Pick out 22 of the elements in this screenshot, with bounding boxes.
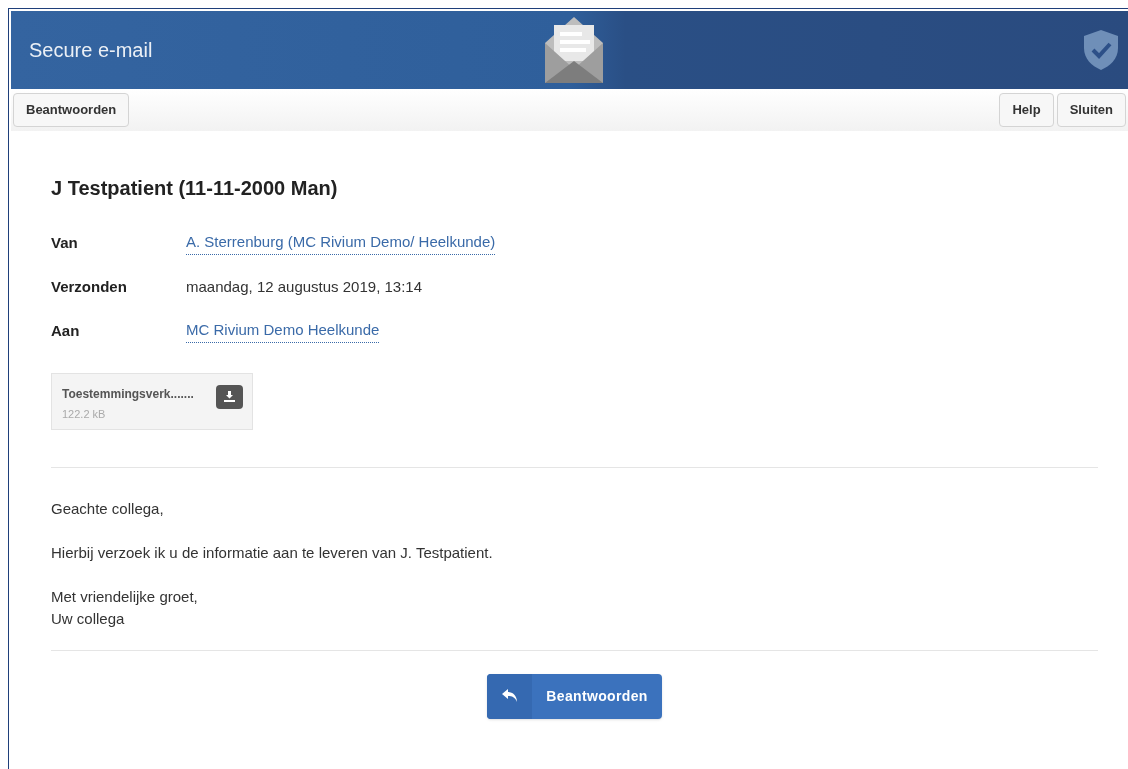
shield-check-icon bbox=[1084, 30, 1118, 70]
message-title: J Testpatient (11-11-2000 Man) bbox=[51, 176, 339, 201]
field-label: Verzonden bbox=[51, 276, 128, 297]
message-paragraph: Hierbij verzoek ik u de informatie aan te leveren van J. Testpatient. bbox=[51, 542, 494, 563]
contact-link[interactable]: A. Sterrenburg (MC Rivium Demo/ Heelkunde) bbox=[186, 231, 496, 255]
envelope-icon bbox=[544, 17, 603, 83]
message-paragraph: Geachte collega, bbox=[51, 498, 165, 519]
field-label: Aan bbox=[51, 320, 81, 341]
attachment-size: 122.2 kB bbox=[62, 406, 107, 422]
toolbar-button[interactable]: Sluiten bbox=[1056, 93, 1126, 127]
toolbar-button[interactable]: Beantwoorden bbox=[13, 93, 130, 127]
contact-link[interactable]: MC Rivium Demo Heelkunde bbox=[186, 319, 380, 343]
download-icon bbox=[224, 391, 235, 402]
message-paragraph: Met vriendelijke groet, Uw collega bbox=[51, 586, 199, 629]
attachment-name: Toestemmingsverk....... bbox=[62, 385, 194, 403]
reply-icon bbox=[501, 689, 518, 703]
toolbar-button[interactable]: Help bbox=[999, 93, 1054, 127]
reply-button[interactable]: Beantwoorden bbox=[487, 673, 662, 719]
download-button[interactable] bbox=[216, 384, 243, 409]
app-title: Secure e-mail bbox=[29, 38, 154, 63]
field-value: maandag, 12 augustus 2019, 13:14 bbox=[186, 276, 423, 297]
field-label: Van bbox=[51, 232, 79, 253]
